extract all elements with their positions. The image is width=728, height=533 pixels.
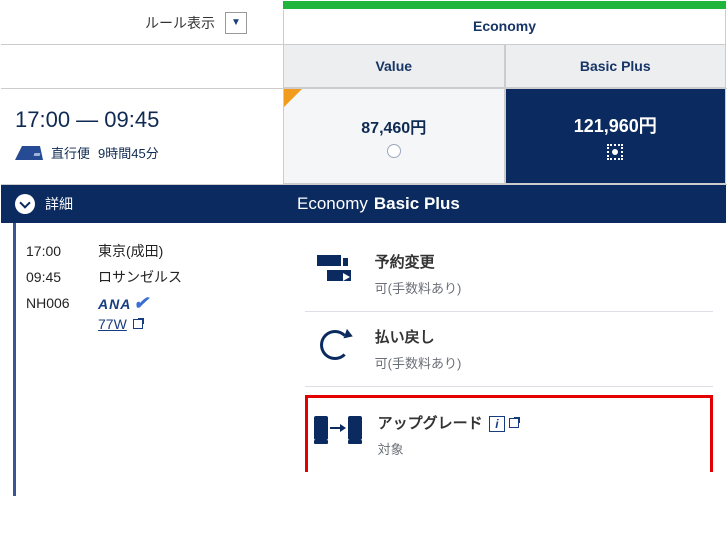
external-link-icon: [133, 319, 143, 329]
benefit-refund-title: 払い戻し: [375, 326, 462, 347]
segment-details: 17:00 東京(成田) 09:45 ロサンゼルス NH006 ANA✔ 77W: [13, 223, 291, 496]
refresh-icon: [313, 330, 357, 372]
rules-dropdown[interactable]: ▼: [225, 12, 247, 34]
flight-number-row: NH006 ANA✔ 77W: [26, 293, 291, 334]
flight-type: 直行便: [51, 143, 90, 162]
benefit-change-title: 予約変更: [375, 251, 462, 272]
flight-summary: 17:00 — 09:45 直行便 9時間45分: [1, 89, 283, 184]
fare-benefits: 予約変更 可(手数料あり) 払い戻し 可(手数料あり): [291, 223, 727, 496]
segment-arr-place: ロサンゼルス: [98, 267, 182, 287]
segment-row: 17:00 東京(成田): [26, 241, 291, 261]
price-value: 87,460円: [361, 114, 426, 138]
expand-details-toggle[interactable]: 詳細: [1, 185, 283, 223]
promo-corner-icon: [284, 89, 302, 107]
info-icon[interactable]: i: [489, 416, 505, 432]
benefit-upgrade-detail: 対象: [378, 439, 519, 458]
selection-strip: [283, 1, 726, 10]
ticket-exchange-icon: [313, 255, 357, 297]
price-cell-basic-plus[interactable]: 121,960円: [505, 89, 727, 184]
selected-fare-heading: Economy Basic Plus: [283, 185, 726, 223]
benefit-upgrade-highlighted: アップグレード i 対象: [305, 395, 713, 472]
benefit-refund-detail: 可(手数料あり): [375, 353, 462, 372]
radio-value-unselected[interactable]: [387, 144, 401, 158]
flight-duration: 9時間45分: [98, 143, 159, 162]
flight-number: NH006: [26, 293, 80, 334]
radio-basic-plus-selected[interactable]: [607, 144, 623, 160]
price-cell-value[interactable]: 87,460円: [283, 89, 505, 184]
fare-class-basic-plus[interactable]: Basic Plus: [505, 45, 727, 89]
expand-details-label: 詳細: [45, 194, 73, 214]
rules-label: ルール表示: [145, 13, 215, 33]
benefit-upgrade-title: アップグレード i: [378, 412, 519, 433]
external-link-icon[interactable]: [509, 418, 519, 428]
aircraft-link[interactable]: 77W: [98, 314, 143, 334]
flight-times: 17:00 — 09:45: [15, 107, 269, 133]
airline-tail-icon: [15, 146, 43, 160]
chevron-down-icon: [15, 194, 35, 214]
benefit-change: 予約変更 可(手数料あり): [305, 237, 713, 312]
airline-logo: ANA✔: [98, 296, 149, 312]
segment-dep-time: 17:00: [26, 241, 80, 261]
benefit-change-detail: 可(手数料あり): [375, 278, 462, 297]
price-basic-plus: 121,960円: [574, 112, 657, 138]
benefit-refund: 払い戻し 可(手数料あり): [305, 312, 713, 387]
segment-row: 09:45 ロサンゼルス: [26, 267, 291, 287]
segment-dep-place: 東京(成田): [98, 241, 163, 261]
segment-arr-time: 09:45: [26, 267, 80, 287]
seat-upgrade-icon: [316, 416, 360, 458]
class-group-header: Economy: [283, 10, 726, 45]
fare-class-value[interactable]: Value: [283, 45, 505, 89]
